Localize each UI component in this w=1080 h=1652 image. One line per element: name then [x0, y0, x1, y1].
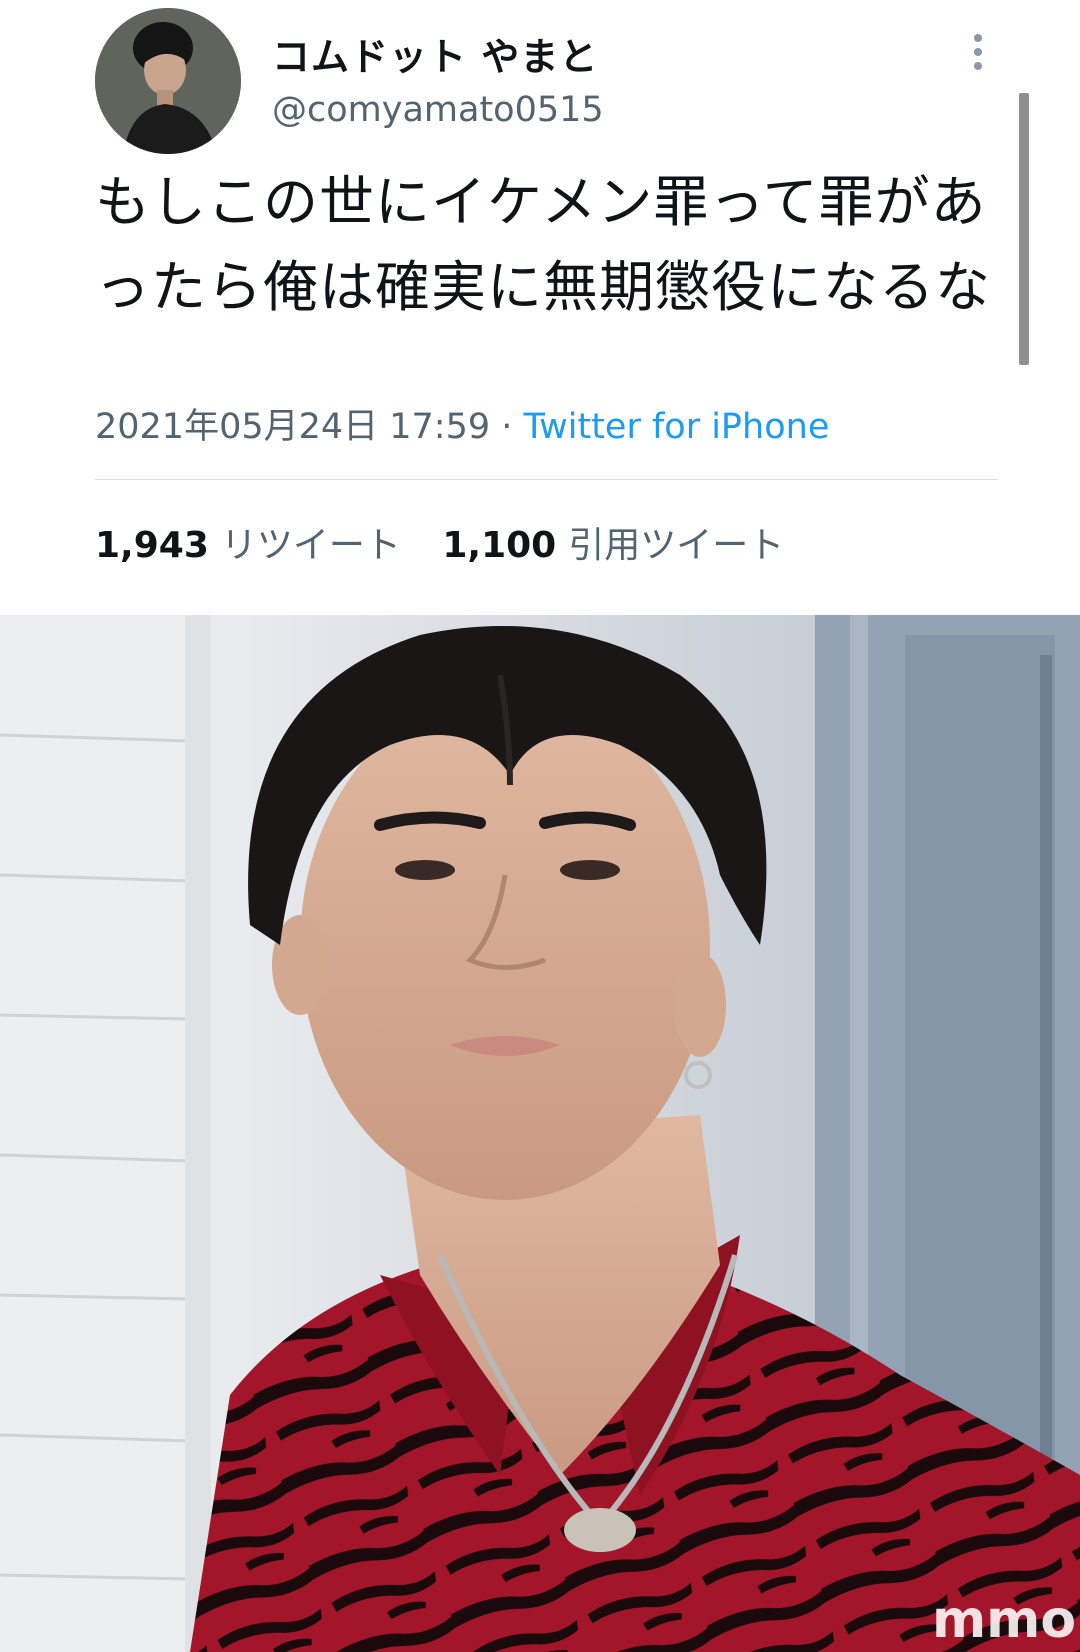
tweet-source-link[interactable]: Twitter for iPhone: [524, 407, 830, 447]
display-name[interactable]: コムドット やまと: [272, 26, 598, 81]
avatar[interactable]: [95, 8, 241, 154]
divider: [95, 479, 998, 480]
retweet-label: リツイート: [220, 525, 401, 566]
attached-photo[interactable]: mmo: [0, 615, 1080, 1652]
quote-label: 引用ツイート: [568, 525, 785, 566]
quote-tweets-stat[interactable]: 1,100 引用ツイート: [442, 525, 784, 566]
quote-count: 1,100: [442, 525, 557, 566]
scrollbar[interactable]: [1019, 93, 1029, 365]
meta-separator: ·: [490, 407, 524, 447]
retweets-stat[interactable]: 1,943 リツイート: [95, 525, 401, 566]
tweet-timestamp[interactable]: 2021年05月24日 17:59: [95, 407, 490, 447]
tweet-stats: 1,943 リツイート 1,100 引用ツイート: [95, 516, 814, 568]
watermark: mmo: [932, 1590, 1077, 1650]
retweet-count: 1,943: [95, 525, 209, 566]
more-options-icon[interactable]: [960, 30, 996, 74]
screen: コムドット やまと @comyamato0515 もしこの世にイケメン罪って罪が…: [0, 0, 1080, 1652]
user-handle[interactable]: @comyamato0515: [272, 90, 604, 130]
tweet-meta: 2021年05月24日 17:59 · Twitter for iPhone: [95, 398, 829, 449]
tweet-text: もしこの世にイケメン罪って罪があったら俺は確実に無期懲役になるな: [95, 170, 992, 319]
tweet-card: コムドット やまと @comyamato0515 もしこの世にイケメン罪って罪が…: [0, 0, 1080, 615]
